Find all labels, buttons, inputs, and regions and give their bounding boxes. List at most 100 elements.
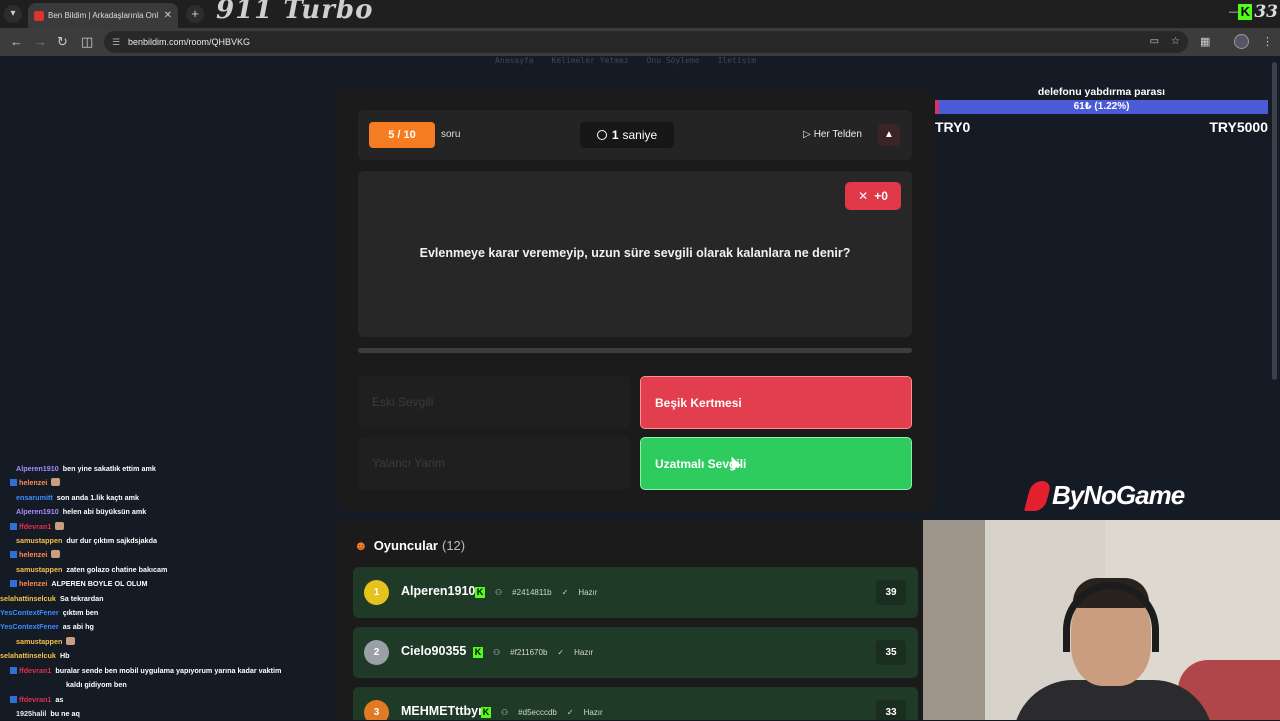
- player-meta: K ⚇ #d5ecccdb ✓ Hazır: [481, 707, 603, 718]
- nav-link-home[interactable]: Anasayfa: [495, 56, 534, 65]
- chat-username[interactable]: ffdevran1: [19, 666, 51, 675]
- chat-username[interactable]: Alperen1910: [16, 464, 59, 473]
- donation-progress-bar: 61₺ (1.22%): [935, 100, 1268, 114]
- category-label: ▷ Her Telden: [803, 122, 862, 148]
- game-card: 5 / 10 soru 1 saniye ▷ Her Telden ▲ ✕ +0 Ev…: [337, 89, 934, 511]
- timer-value: 1: [611, 128, 619, 142]
- donation-title: delefonu yabdırma parası: [1037, 86, 1166, 98]
- forward-icon[interactable]: →: [34, 34, 47, 49]
- address-bar[interactable]: ☰ benbildim.com/room/QHBVKG ▭ ☆: [104, 31, 1188, 53]
- chat-badge-icon: [10, 522, 17, 530]
- chat-username[interactable]: selahattinselcuk: [0, 594, 56, 603]
- users-icon: ☻: [354, 538, 368, 553]
- stream-overlay-title: 911 Turbo: [216, 0, 374, 25]
- chat-badge-icon: [10, 695, 17, 703]
- site-nav: Anasayfa Kelimeler Yetmez Onu Söyleme İl…: [495, 56, 756, 65]
- chat-username[interactable]: ensarumitt: [16, 493, 53, 502]
- timer-unit: saniye: [622, 128, 658, 142]
- chat-username[interactable]: helenzei: [19, 579, 47, 588]
- player-row[interactable]: 3 MEHMETttbyr K ⚇ #d5ecccdb ✓ Hazır 33: [353, 687, 918, 720]
- donation-min-label: TRY0: [935, 119, 971, 135]
- chat-text: dur dur çıktım sajkdsjakda: [66, 536, 158, 546]
- user-icon: ⚇: [495, 588, 503, 597]
- chat-message: samustappen dur dur çıktım sajkdsjakda: [0, 534, 330, 548]
- emote-icon: [51, 478, 61, 487]
- kick-icon: K: [481, 707, 491, 718]
- chat-username[interactable]: 1925halil: [16, 709, 46, 718]
- chat-message: helenzei ALPEREN BOYLE OL OLUM: [0, 577, 330, 591]
- tab-close-icon[interactable]: ✕: [164, 10, 172, 21]
- chat-text: helen abi büyüksün amk: [62, 507, 147, 517]
- player-row[interactable]: 2 Cielo90355 K ⚇ #f211670b ✓ Hazır 35: [353, 627, 918, 678]
- profile-avatar[interactable]: [1234, 34, 1249, 49]
- chat-message: ffdevran1 buralar sende ben mobil uygulam…: [0, 664, 330, 678]
- back-icon[interactable]: ←: [10, 34, 23, 49]
- category-text: Her Telden: [813, 129, 862, 140]
- chat-username[interactable]: helenzei: [19, 478, 47, 487]
- player-meta: K ⚇ #2414811b ✓ Hazır: [475, 587, 597, 598]
- chat-username[interactable]: samustappen: [16, 637, 62, 646]
- answer-option-3[interactable]: Yalancı Yarim: [358, 437, 630, 490]
- answer-option-1[interactable]: Eski Sevgili: [358, 376, 630, 429]
- kick-icon: K: [473, 647, 483, 658]
- chat-message: ffdevran1 as: [0, 693, 330, 707]
- chat-username[interactable]: ffdevran1: [19, 695, 51, 704]
- site-info-icon[interactable]: ☰: [112, 31, 120, 53]
- question-word: soru: [441, 129, 461, 140]
- browser-toolbar: ← → ↻ ◫ ☰ benbildim.com/room/QHBVKG ▭ ☆ …: [0, 28, 1280, 56]
- chat-username[interactable]: Alperen1910: [16, 507, 59, 516]
- new-tab-button[interactable]: +: [186, 5, 204, 23]
- answer-option-2[interactable]: Beşik Kertmesi: [640, 376, 912, 429]
- player-status: Hazır: [578, 588, 598, 597]
- extensions-icon[interactable]: ▦: [1200, 35, 1210, 48]
- donation-progress-text: 61₺ (1.22%): [1073, 101, 1130, 112]
- chat-username[interactable]: selahattinselcuk: [0, 651, 56, 660]
- chat-message: YesContextFener çıktım ben: [0, 606, 330, 620]
- chat-message: helenzei: [0, 476, 330, 490]
- browser-tab[interactable]: Ben Bildim | Arkadaşlarınla Onl ✕: [28, 3, 178, 28]
- chat-badge-icon: [10, 551, 17, 559]
- chat-username[interactable]: samustappen: [16, 565, 62, 574]
- donation-goal: delefonu yabdırma parası 61₺ (1.22%) TRY…: [935, 86, 1268, 135]
- player-status: Hazır: [583, 708, 603, 717]
- sidebar-icon[interactable]: ◫: [81, 34, 93, 50]
- warning-icon: ▲: [884, 129, 894, 140]
- wrong-icon: ✕: [858, 189, 869, 203]
- chat-badge-icon: [10, 479, 17, 487]
- kick-viewer-badge: K 33: [1238, 2, 1278, 22]
- chat-text: bu ne aq: [50, 708, 80, 718]
- player-id: #d5ecccdb: [518, 708, 557, 717]
- player-row[interactable]: 1 Alperen1910 K ⚇ #2414811b ✓ Hazır 39: [353, 567, 918, 618]
- emote-icon: [51, 550, 61, 559]
- chat-message: YesContextFener as abi hg: [0, 620, 330, 634]
- answer-option-4[interactable]: Uzatmalı Sevgili: [640, 437, 912, 490]
- browser-menu-icon[interactable]: ⋮: [1262, 35, 1273, 48]
- page-scrollbar[interactable]: [1272, 62, 1277, 380]
- player-score: 39: [876, 580, 906, 605]
- tab-search-button[interactable]: ▾: [4, 5, 22, 23]
- chat-username[interactable]: YesContextFener: [0, 608, 59, 617]
- chat-message: 1925halil bu ne aq: [0, 707, 330, 721]
- reload-icon[interactable]: ↻: [57, 34, 68, 50]
- rank-badge: 2: [364, 640, 389, 665]
- ready-icon: ✓: [561, 588, 569, 597]
- chat-username[interactable]: helenzei: [19, 550, 47, 559]
- chat-overlay: Alperen1910 ben yine sakatlık ettim amk he…: [0, 462, 330, 721]
- chat-username[interactable]: samustappen: [16, 536, 62, 545]
- player-score: 33: [876, 700, 906, 720]
- chat-message: ffdevran1: [0, 520, 330, 534]
- nav-link-taboo[interactable]: Onu Söyleme: [647, 56, 700, 65]
- chat-username[interactable]: YesContextFener: [0, 622, 59, 631]
- player-meta: K ⚇ #f211670b ✓ Hazır: [473, 647, 593, 658]
- player-id: #f211670b: [510, 648, 548, 657]
- nav-link-contact[interactable]: İletişim: [718, 56, 757, 65]
- chat-username[interactable]: ffdevran1: [19, 522, 51, 531]
- bookmark-star-icon[interactable]: ☆: [1171, 31, 1180, 53]
- players-title: Oyuncular: [373, 538, 438, 553]
- player-status: Hazır: [574, 648, 594, 657]
- player-score: 35: [876, 640, 906, 665]
- nav-link-words[interactable]: Kelimeler Yetmez: [552, 56, 629, 65]
- report-button[interactable]: ▲: [878, 124, 900, 146]
- cast-icon[interactable]: ▭: [1150, 31, 1159, 53]
- url-text: benbildim.com/room/QHBVKG: [128, 37, 251, 47]
